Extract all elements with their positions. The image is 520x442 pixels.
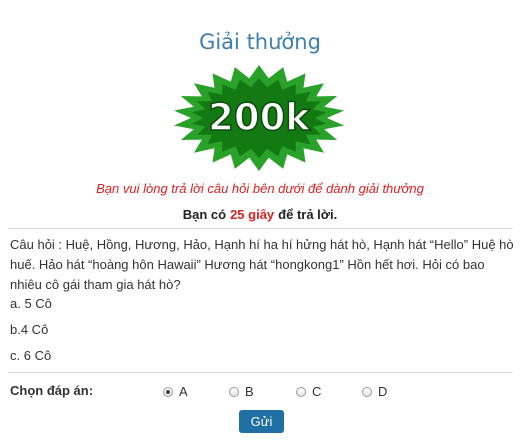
radio-d[interactable] bbox=[362, 386, 372, 397]
radio-b[interactable] bbox=[229, 386, 239, 397]
prize-badge: 200k bbox=[173, 65, 345, 171]
answer-option-a-label: A bbox=[179, 384, 188, 399]
prize-amount: 200k bbox=[208, 96, 311, 139]
option-b: b.4 Cô bbox=[10, 322, 49, 337]
answer-option-d[interactable]: D bbox=[362, 384, 387, 399]
submit-button[interactable]: Gửi bbox=[239, 410, 284, 433]
divider-bottom bbox=[8, 372, 513, 373]
answer-option-b[interactable]: B bbox=[229, 384, 254, 399]
answer-label: Chọn đáp án: bbox=[10, 383, 94, 398]
instruction-text: Bạn vui lòng trả lời câu hỏi bên dưới để… bbox=[96, 181, 424, 196]
option-c: c. 6 Cô bbox=[10, 348, 52, 363]
answer-option-d-label: D bbox=[378, 384, 388, 399]
radio-a[interactable] bbox=[163, 386, 173, 397]
timer-line: Bạn có 25 giây để trả lời. bbox=[0, 207, 520, 222]
divider-top bbox=[8, 228, 513, 229]
question-text: Câu hỏi : Huệ, Hồng, Hương, Hảo, Hạnh hí… bbox=[10, 237, 514, 292]
timer-suffix: để trả lời. bbox=[278, 207, 338, 222]
timer-prefix: Bạn có bbox=[182, 207, 227, 222]
page-title: Giải thưởng bbox=[199, 30, 321, 54]
answer-option-c-label: C bbox=[312, 384, 322, 399]
answer-option-c[interactable]: C bbox=[296, 384, 321, 399]
timer-seconds: 25 giây bbox=[230, 207, 275, 222]
answer-option-a[interactable]: A bbox=[163, 384, 188, 399]
radio-c[interactable] bbox=[296, 386, 306, 397]
answer-option-b-label: B bbox=[245, 384, 254, 399]
option-a: a. 5 Cô bbox=[10, 296, 52, 311]
